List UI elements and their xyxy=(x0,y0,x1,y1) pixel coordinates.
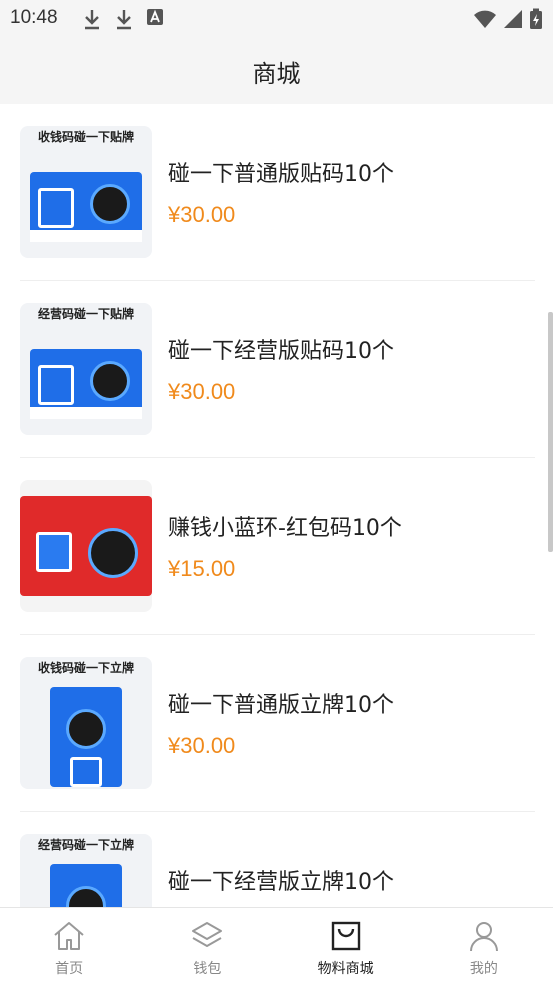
product-item[interactable]: 经营码碰一下贴牌 碰一下经营版贴码10个 ¥30.00 xyxy=(20,281,535,458)
app-notification-icon xyxy=(147,9,163,25)
signal-icon xyxy=(504,10,522,28)
status-notifications xyxy=(82,8,164,30)
tab-label: 首页 xyxy=(55,961,84,977)
product-name: 碰一下经营版贴码10个 xyxy=(168,339,394,364)
product-price: ¥30.00 xyxy=(168,379,236,404)
battery-icon xyxy=(530,8,542,29)
thumbnail-caption: 经营码碰一下贴牌 xyxy=(37,307,134,321)
bottom-tab-bar: 首页 钱包 物料商城 我的 xyxy=(0,907,553,984)
product-price: ¥30.00 xyxy=(168,202,236,227)
tab-label: 物料商城 xyxy=(317,961,374,977)
product-price: ¥15.00 xyxy=(168,556,236,581)
status-system xyxy=(473,8,543,30)
scrollbar[interactable] xyxy=(548,312,553,552)
tab-home[interactable]: 首页 xyxy=(0,908,138,984)
product-name: 碰一下普通版立牌10个 xyxy=(168,693,394,718)
product-name: 碰一下普通版贴码10个 xyxy=(168,162,394,187)
product-thumbnail: 收钱码碰一下立牌 xyxy=(20,657,152,789)
tab-label: 钱包 xyxy=(193,961,222,977)
user-icon xyxy=(469,922,498,952)
thumbnail-caption: 收钱码碰一下贴牌 xyxy=(37,130,134,144)
download-icon xyxy=(117,10,131,30)
product-name: 赚钱小蓝环-红包码10个 xyxy=(168,516,402,541)
product-price: ¥30.00 xyxy=(168,733,236,758)
wifi-icon xyxy=(474,10,496,28)
layers-icon xyxy=(192,922,223,947)
product-list[interactable]: 收钱码碰一下贴牌 碰一下普通版贴码10个 ¥30.00 经营码碰一下贴牌 碰一下… xyxy=(0,104,553,907)
tab-label: 我的 xyxy=(469,961,498,977)
status-bar: 10:48 xyxy=(0,0,553,38)
product-thumbnail: 收钱码碰一下贴牌 xyxy=(20,126,152,258)
product-thumbnail xyxy=(20,480,152,612)
product-thumbnail: 经营码碰一下贴牌 xyxy=(20,303,152,435)
product-name: 碰一下经营版立牌10个 xyxy=(168,870,394,895)
download-icon xyxy=(85,10,99,30)
product-item[interactable]: 赚钱小蓝环-红包码10个 ¥15.00 xyxy=(20,458,535,635)
thumbnail-caption: 收钱码碰一下立牌 xyxy=(37,661,134,675)
product-item[interactable]: 收钱码碰一下立牌 碰一下普通版立牌10个 ¥30.00 xyxy=(20,635,535,812)
product-thumbnail: 经营码碰一下立牌 xyxy=(20,834,152,907)
bag-icon xyxy=(331,921,360,951)
tab-mine[interactable]: 我的 xyxy=(415,908,553,984)
tab-material-mall[interactable]: 物料商城 xyxy=(277,908,415,984)
page-title: 商城 xyxy=(252,59,301,88)
tab-wallet[interactable]: 钱包 xyxy=(138,908,276,984)
product-item[interactable]: 收钱码碰一下贴牌 碰一下普通版贴码10个 ¥30.00 xyxy=(20,104,535,281)
home-icon xyxy=(54,922,84,950)
app-header: 商城 xyxy=(0,38,553,104)
thumbnail-caption: 经营码碰一下立牌 xyxy=(37,838,134,852)
status-time: 10:48 xyxy=(10,7,58,28)
product-item[interactable]: 经营码碰一下立牌 碰一下经营版立牌10个 xyxy=(20,812,535,907)
